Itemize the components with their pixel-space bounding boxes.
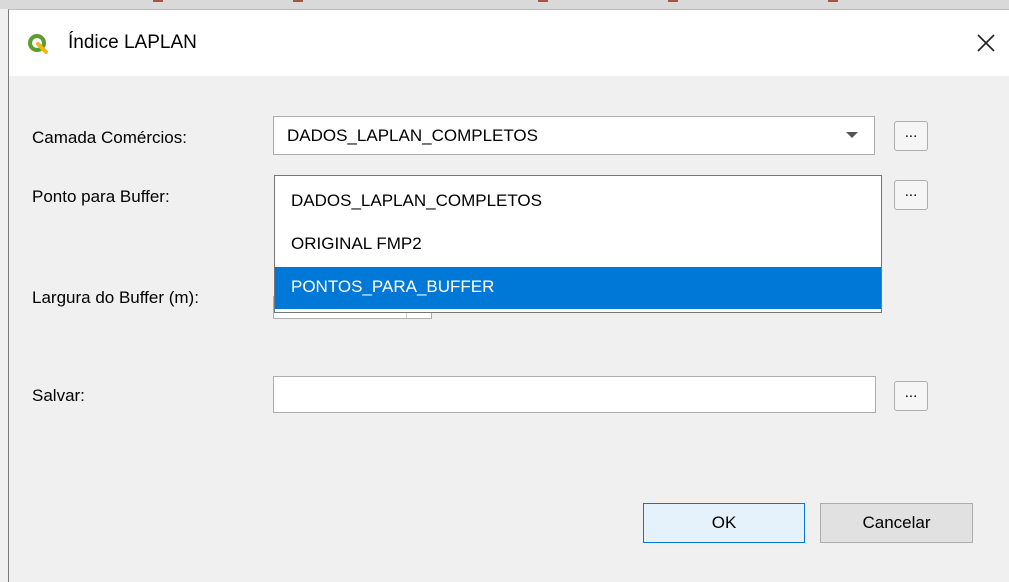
camada-browse-button[interactable]: ... [894, 121, 928, 151]
window-title: Índice LAPLAN [68, 32, 197, 53]
ponto-buffer-dropdown-list: DADOS_LAPLAN_COMPLETOS ORIGINAL FMP2 PON… [274, 175, 882, 313]
close-icon [977, 34, 995, 52]
chevron-down-icon [846, 132, 858, 138]
ponto-browse-button[interactable]: ... [894, 180, 928, 210]
background-mark [668, 0, 678, 2]
background-strip [0, 0, 1009, 9]
camada-comercios-label: Camada Comércios: [32, 128, 187, 147]
background-mark [153, 0, 163, 2]
qgis-logo-icon [27, 33, 49, 55]
salvar-browse-button[interactable]: ... [894, 381, 928, 411]
dropdown-option[interactable]: ORIGINAL FMP2 [275, 224, 881, 264]
ponto-buffer-label: Ponto para Buffer: [32, 187, 170, 206]
camada-comercios-combobox[interactable]: DADOS_LAPLAN_COMPLETOS [273, 116, 875, 155]
salvar-label: Salvar: [32, 386, 85, 405]
dropdown-option-selected[interactable]: PONTOS_PARA_BUFFER [275, 267, 881, 309]
title-bar[interactable]: Índice LAPLAN [9, 10, 1009, 76]
dropdown-option[interactable]: DADOS_LAPLAN_COMPLETOS [275, 181, 881, 221]
background-mark [828, 0, 838, 2]
background-mark [538, 0, 548, 2]
ok-button[interactable]: OK [643, 503, 805, 543]
camada-comercios-value: DADOS_LAPLAN_COMPLETOS [287, 126, 538, 145]
cancel-button[interactable]: Cancelar [820, 503, 973, 543]
dialog-window: Índice LAPLAN Camada Comércios: DADOS_LA… [8, 9, 1009, 582]
largura-buffer-label: Largura do Buffer (m): [32, 288, 199, 307]
background-mark [293, 0, 303, 2]
salvar-path-input[interactable] [273, 376, 876, 413]
close-button[interactable] [963, 24, 1009, 62]
